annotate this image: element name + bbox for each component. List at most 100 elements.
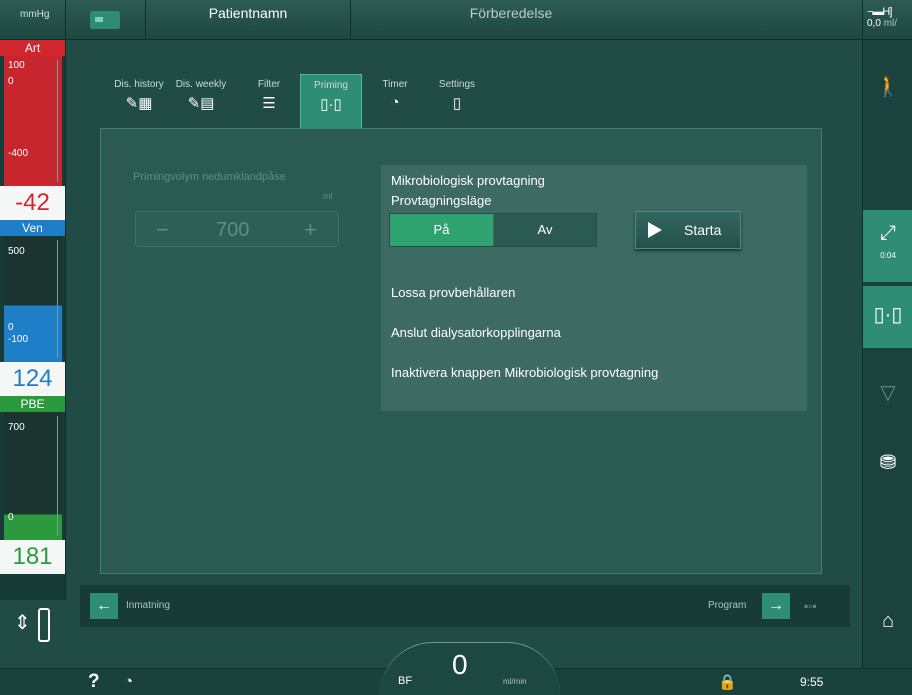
priming-volume-label: Primingvolym nedumklandpåse <box>133 171 286 183</box>
level-adjust-button[interactable]: ⇕ <box>0 600 66 652</box>
forward-button[interactable]: → <box>762 593 790 619</box>
pbe-scale-bottom: 0 <box>8 512 14 523</box>
pbe-value: 181 <box>0 540 65 574</box>
instruction-step: Inaktivera knappen Mikrobiologisk provta… <box>391 365 659 380</box>
start-label: Starta <box>684 222 722 238</box>
blood-flow-display[interactable]: BF 0 ml/min <box>380 642 560 695</box>
tab-label: Dis. weekly <box>175 79 227 90</box>
arrow-right-icon: → <box>768 597 784 614</box>
increase-button[interactable]: + <box>304 217 317 243</box>
priming-icon: ▯·▯ <box>320 96 342 113</box>
timer-rinse-button[interactable]: ⤢ 0:04 <box>863 210 912 282</box>
tab-label: Filter <box>257 79 281 90</box>
therapy-phase: Förberedelse <box>469 5 553 21</box>
back-button[interactable]: ← <box>90 593 118 619</box>
microbiology-panel: Mikrobiologisk provtagning Provtagningsl… <box>381 165 807 411</box>
ven-scale <box>46 240 58 358</box>
toggle-off-button[interactable]: Av <box>494 214 596 246</box>
walking-person-icon: 🚶 <box>875 76 901 98</box>
filter-drop-icon: ▽ <box>880 382 896 404</box>
tab-label: Dis. history <box>114 79 164 90</box>
balance-unit: ml/ <box>883 18 898 29</box>
updown-arrow-icon: ⇕ <box>14 612 31 634</box>
tab-priming[interactable]: Priming ▯·▯ <box>300 74 362 130</box>
pbe-label: PBE <box>0 396 65 412</box>
home-icon: ⌂ <box>881 610 895 632</box>
toggle-on-button[interactable]: På <box>390 214 493 246</box>
navigation-bar: ← Inmatning Program → ▪▫▪ <box>80 585 850 627</box>
back-label: Inmatning <box>126 600 170 611</box>
patient-name[interactable]: Patientnamn <box>146 0 351 40</box>
start-button[interactable]: Starta <box>635 211 741 249</box>
decrease-button[interactable]: − <box>156 217 169 243</box>
patient-connect-button[interactable]: 🚶 <box>863 74 912 99</box>
tab-dis-history[interactable]: Dis. history ✎▦ <box>108 74 170 128</box>
priming-icon: ▯·▯ <box>873 304 903 326</box>
tab-filter[interactable]: Filter ☰ <box>238 74 300 128</box>
home-button[interactable]: ⌂ <box>863 610 912 633</box>
patient-card-icon <box>90 11 120 29</box>
tab-timer[interactable]: Timer ◔ <box>364 74 426 128</box>
pbe-gauge[interactable]: 700 0 <box>4 412 62 540</box>
balance-display[interactable]: −▬H] 0,0 ml/ <box>862 0 912 40</box>
sampling-mode-toggle: På Av <box>389 213 597 247</box>
tab-settings[interactable]: Settings ▯ <box>426 74 488 128</box>
sampling-mode-label: Provtagningsläge <box>391 193 492 208</box>
pbe-section: PBE 700 0 181 <box>0 396 65 574</box>
ven-gauge[interactable]: 500 0 -100 <box>4 236 62 362</box>
art-value: -42 <box>0 186 65 220</box>
disinfection-button[interactable]: ⛃ <box>863 450 912 475</box>
pbe-scale <box>46 416 58 536</box>
balance-icon: −▬H] <box>867 6 892 18</box>
program-overview-icon[interactable]: ▪▫▪ <box>804 599 817 613</box>
ven-scale-top: 500 <box>8 246 25 257</box>
play-icon <box>648 222 662 238</box>
art-label: Art <box>0 40 65 56</box>
lock-icon[interactable]: 🔒 <box>718 673 737 691</box>
forward-label: Program <box>708 600 747 611</box>
clock-icon[interactable]: ◔ <box>124 673 133 690</box>
art-scale-bottom: -400 <box>8 148 29 159</box>
pressure-unit: mmHg <box>0 0 66 40</box>
art-scale-mid: 0 <box>8 76 14 87</box>
art-gauge[interactable]: 100 0 -400 <box>4 56 62 186</box>
rinse-timer: 0:04 <box>880 251 896 260</box>
patient-card-button[interactable] <box>66 0 146 40</box>
priming-volume-value: 700 <box>216 219 250 241</box>
therapy-button[interactable]: ▽ <box>863 380 912 405</box>
instruction-step: Anslut dialysatorkopplingarna <box>391 325 561 340</box>
instruction-step: Lossa provbehållaren <box>391 285 516 300</box>
settings-icon: ▯ <box>452 95 462 112</box>
tab-label: Settings <box>438 79 476 90</box>
bf-label: BF <box>398 675 413 687</box>
ven-scale-mid: 0 <box>8 322 14 333</box>
rinse-icon: ⤢ <box>880 222 896 244</box>
top-bar: mmHg Patientnamn Förberedelse −▬H] 0,0 m… <box>0 0 912 40</box>
balance-value: 0,0 <box>867 18 881 29</box>
priming-volume-stepper[interactable]: − 700 + <box>135 211 339 247</box>
bf-unit: ml/min <box>503 677 527 686</box>
machine-screen: mmHg Patientnamn Förberedelse −▬H] 0,0 m… <box>0 0 912 695</box>
priming-content: Primingvolym nedumklandpåse ml − 700 + M… <box>100 128 822 574</box>
main-panel: Dis. history ✎▦ Dis. weekly ✎▤ Filter ☰ … <box>80 62 850 582</box>
bf-value: 0 <box>452 649 468 680</box>
filter-icon: ☰ <box>262 95 276 112</box>
help-button[interactable]: ? <box>88 671 100 693</box>
disinfection-icon: ⛃ <box>879 452 897 474</box>
microbiology-title: Mikrobiologisk provtagning <box>391 173 545 188</box>
pressure-column: Art 100 0 -400 -42 Ven 500 0 -100 124 PB… <box>0 40 66 642</box>
tab-label: Timer <box>382 79 408 90</box>
priming-button[interactable]: ▯·▯ <box>863 286 912 348</box>
pbe-scale-top: 700 <box>8 422 25 433</box>
disinfection-weekly-icon: ✎▤ <box>187 95 215 112</box>
tab-label: Priming <box>314 80 348 91</box>
arrow-left-icon: ← <box>96 597 112 614</box>
art-scale <box>46 60 58 182</box>
ven-scale-bottom: -100 <box>8 334 29 345</box>
right-toolbar: 🚶 ⤢ 0:04 ▯·▯ ▽ ⛃ ⌂ <box>862 40 912 668</box>
chamber-icon <box>38 608 50 642</box>
tab-dis-weekly[interactable]: Dis. weekly ✎▤ <box>170 74 232 128</box>
art-scale-top: 100 <box>8 60 25 71</box>
timer-icon: ◔ <box>390 94 400 111</box>
ven-value: 124 <box>0 362 65 396</box>
